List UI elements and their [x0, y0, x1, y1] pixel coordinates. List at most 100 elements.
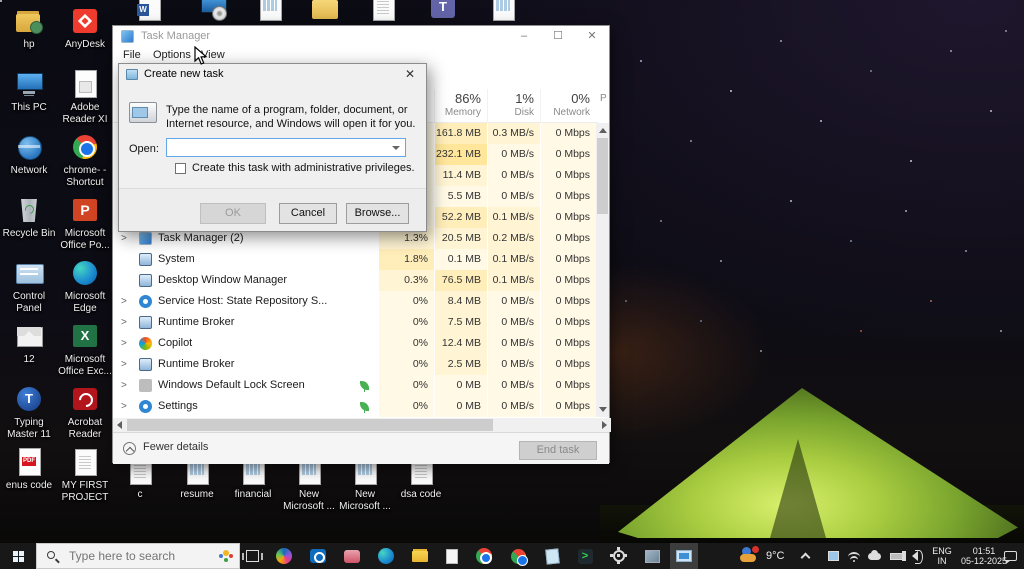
browse-button[interactable]: Browse... — [346, 203, 409, 224]
desktop-icon-microsoft-office-exc[interactable]: Microsoft Office Exc... — [58, 321, 112, 378]
dialog-close-icon[interactable]: ✕ — [402, 67, 418, 83]
desktop-icon-acrobat-reader[interactable]: Acrobat Reader — [58, 384, 112, 441]
taskbar-icon-copilot[interactable] — [270, 543, 298, 569]
desktop-icon-this-pc[interactable]: This PC — [2, 69, 56, 114]
scroll-right-arrow[interactable] — [602, 421, 607, 429]
desktop-icon-anydesk[interactable]: AnyDesk — [58, 6, 112, 51]
taskbar-icon-settings-gear[interactable] — [605, 543, 633, 569]
column-header-network[interactable]: 0% Network — [540, 89, 596, 123]
desktop-icon-label: Microsoft Edge — [58, 291, 112, 315]
desktop-icon-adobe-reader-xi[interactable]: Adobe Reader XI — [58, 69, 112, 126]
expand-chevron-icon[interactable]: > — [121, 333, 131, 354]
network-cell: 0 Mbps — [540, 396, 596, 417]
ok-button[interactable]: OK — [200, 203, 266, 224]
taskbar-icon-chrome-blue[interactable] — [504, 543, 532, 569]
tray-chevron-up-icon[interactable] — [801, 553, 811, 563]
speaker-icon[interactable] — [912, 551, 918, 561]
taskbar-icon-chrome[interactable] — [470, 543, 498, 569]
language-indicator[interactable]: ENG IN — [930, 546, 954, 566]
desktop-icon-network[interactable]: Network — [2, 132, 56, 177]
taskbar-icon-notepad[interactable] — [438, 543, 466, 569]
expand-chevron-icon[interactable]: > — [121, 291, 131, 312]
desktop-icon-recycle-bin[interactable]: Recycle Bin — [2, 195, 56, 240]
expand-chevron-icon[interactable]: > — [121, 375, 131, 396]
wifi-icon[interactable] — [848, 552, 860, 562]
scroll-up-arrow[interactable] — [599, 128, 607, 133]
desktop-icon-hp[interactable]: hp — [2, 6, 56, 51]
close-button[interactable]: ✕ — [575, 26, 609, 47]
process-row-copilot[interactable]: >Copilot0%12.4 MB0 MB/s0 Mbps — [113, 333, 598, 354]
taskbar-search[interactable] — [36, 543, 240, 569]
taskbar-icon-stream-green[interactable] — [571, 543, 599, 569]
horizontal-scrollbar[interactable] — [113, 418, 611, 432]
desktop-icon-microsoft-office-po[interactable]: Microsoft Office Po... — [58, 195, 112, 252]
taskbar-icon-app-pink[interactable] — [338, 543, 366, 569]
expand-chevron-icon[interactable]: > — [121, 354, 131, 375]
desktop-icon-top-teams[interactable] — [416, 0, 470, 22]
horizontal-scroll-thumb[interactable] — [127, 419, 493, 431]
scroll-down-arrow[interactable] — [599, 407, 607, 412]
process-row-system[interactable]: System1.8%0.1 MB0.1 MB/s0 Mbps — [113, 249, 598, 270]
taskbar-icon-file-explorer[interactable] — [406, 543, 434, 569]
taskbar-icon-edge[interactable] — [372, 543, 400, 569]
desktop-icon-top-media[interactable] — [186, 0, 240, 22]
process-row-desktop-window-manager[interactable]: Desktop Window Manager0.3%76.5 MB0.1 MB/… — [113, 270, 598, 291]
clock[interactable]: 01:51 05-12-2025 — [958, 546, 1010, 566]
chevron-down-icon[interactable] — [392, 146, 400, 150]
vertical-scroll-thumb[interactable] — [597, 138, 608, 214]
column-header-disk[interactable]: 1% Disk — [487, 89, 540, 123]
open-input[interactable] — [170, 140, 385, 155]
scroll-left-arrow[interactable] — [117, 421, 122, 429]
expand-chevron-icon[interactable]: > — [121, 312, 131, 333]
desktop-icon-microsoft-edge[interactable]: Microsoft Edge — [58, 258, 112, 315]
desktop-icon-top-word[interactable] — [122, 0, 176, 22]
taskbar-icon-photos[interactable] — [638, 543, 666, 569]
process-row-runtime-broker[interactable]: >Runtime Broker0%7.5 MB0 MB/s0 Mbps — [113, 312, 598, 333]
dialog-title-bar[interactable]: Create new task ✕ — [119, 64, 426, 85]
process-row-runtime-broker[interactable]: >Runtime Broker0%2.5 MB0 MB/s0 Mbps — [113, 354, 598, 375]
taskbar-icon-task-manager[interactable] — [670, 543, 698, 569]
start-button[interactable] — [0, 543, 36, 569]
end-task-button[interactable]: End task — [519, 441, 597, 460]
tray-window-icon[interactable] — [828, 551, 839, 561]
process-row-windows-default-lock-screen[interactable]: >Windows Default Lock Screen0%0 MB0 MB/s… — [113, 375, 598, 396]
maximize-button[interactable]: ☐ — [541, 26, 575, 47]
network-cell: 0 Mbps — [540, 270, 596, 291]
typing-icon — [14, 384, 44, 414]
taskbar-icon-outlook[interactable] — [304, 543, 332, 569]
action-center-icon[interactable] — [1004, 551, 1017, 561]
desktop-icon-new-microsoft[interactable]: New Microsoft ... — [282, 456, 336, 513]
cancel-button[interactable]: Cancel — [279, 203, 337, 224]
desktop-icon-12[interactable]: 12 — [2, 321, 56, 366]
process-row-settings[interactable]: >Settings0%0 MB0 MB/s0 Mbps — [113, 396, 598, 417]
desktop-icon-chrome-shortcut[interactable]: chrome- -Shortcut — [58, 132, 112, 189]
cpu-cell: 0% — [378, 333, 434, 354]
thispc-icon — [14, 69, 44, 99]
admin-privileges-checkbox-row[interactable]: Create this task with administrative pri… — [175, 162, 415, 174]
expand-chevron-icon[interactable]: > — [121, 396, 131, 417]
fewer-details-toggle[interactable]: Fewer details — [123, 441, 208, 453]
taskbar-icon-task-view[interactable] — [238, 543, 266, 569]
desktop-icon-top-doc-plain[interactable] — [356, 0, 410, 22]
minimize-button[interactable]: – — [507, 26, 541, 47]
search-input[interactable] — [67, 548, 207, 564]
desktop-icon-my-first-project[interactable]: MY FIRST PROJECT — [58, 447, 112, 504]
temperature[interactable]: 9°C — [766, 550, 784, 562]
desktop-icon-control-panel[interactable]: Control Panel — [2, 258, 56, 315]
process-row-service-host-state-repository-s[interactable]: >Service Host: State Repository S...0%8.… — [113, 291, 598, 312]
desktop-icon-top-folder[interactable] — [298, 0, 352, 22]
onedrive-icon[interactable] — [868, 553, 881, 560]
menu-file[interactable]: File — [123, 49, 141, 61]
desktop-icon-new-microsoft[interactable]: New Microsoft ... — [338, 456, 392, 513]
vertical-scrollbar[interactable] — [596, 123, 609, 417]
column-header-memory[interactable]: 86% Memory — [434, 89, 487, 123]
menu-options[interactable]: Options — [153, 49, 191, 61]
desktop-icon-top-doc-grid[interactable] — [243, 0, 297, 22]
taskbar-icon-journal[interactable] — [538, 543, 566, 569]
desktop-icon-typing-master-11[interactable]: Typing Master 11 — [2, 384, 56, 441]
title-bar[interactable]: Task Manager – ☐ ✕ — [113, 26, 609, 47]
desktop-icon-enus-code[interactable]: enus code — [2, 447, 56, 492]
open-combobox[interactable] — [166, 138, 406, 157]
desktop-icon-top-doc-grid[interactable] — [476, 0, 530, 22]
checkbox[interactable] — [175, 163, 186, 174]
